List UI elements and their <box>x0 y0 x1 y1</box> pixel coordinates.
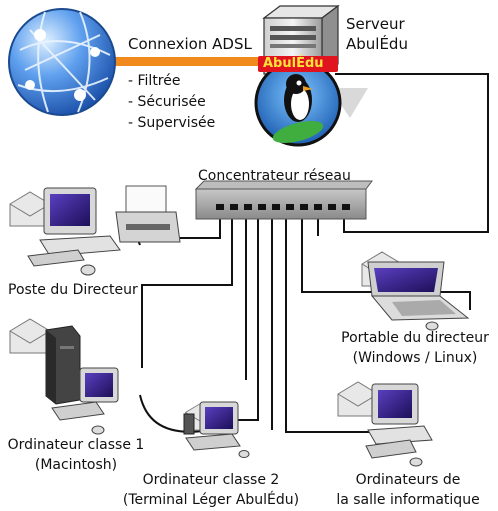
laptop-label-line2: (Windows / Linux) <box>352 350 478 366</box>
diagram-canvas <box>8 4 489 467</box>
tower-icon <box>45 325 81 405</box>
globe-icon <box>8 8 116 116</box>
printer-icon <box>115 185 181 243</box>
adsl-link <box>95 57 285 66</box>
feature-filtered: - Filtrée <box>128 73 181 89</box>
lab-label-line1: Ordinateurs de <box>355 472 461 488</box>
class1-label-line1: Ordinateur classe 1 <box>7 437 145 453</box>
cable-class2 <box>222 214 259 421</box>
server-title-line1: Serveur <box>346 15 405 33</box>
adsl-label: Connexion ADSL <box>128 35 252 53</box>
lab-label-line2: la salle informatique <box>336 492 480 508</box>
feature-secured: - Sécurisée <box>128 94 206 110</box>
computer-icon <box>365 383 433 467</box>
logo-text: AbulÉdu <box>263 56 324 71</box>
laptop-icon <box>367 261 470 331</box>
director-pc-label: Poste du Directeur <box>8 282 138 298</box>
class2-label-line1: Ordinateur classe 2 <box>142 472 280 488</box>
hub-label: Concentrateur réseau <box>198 168 351 184</box>
network-diagram: Connexion ADSL - Filtrée - Sécurisée - S… <box>0 0 498 511</box>
server-title-line2: AbulÉdu <box>346 35 408 53</box>
hub-icon <box>194 180 373 220</box>
class2-label-line2: (Terminal Léger AbulÉdu) <box>122 492 300 508</box>
laptop-label-line1: Portable du directeur <box>341 330 489 346</box>
feature-supervised: - Supervisée <box>128 115 216 131</box>
mail-icon <box>9 318 51 354</box>
